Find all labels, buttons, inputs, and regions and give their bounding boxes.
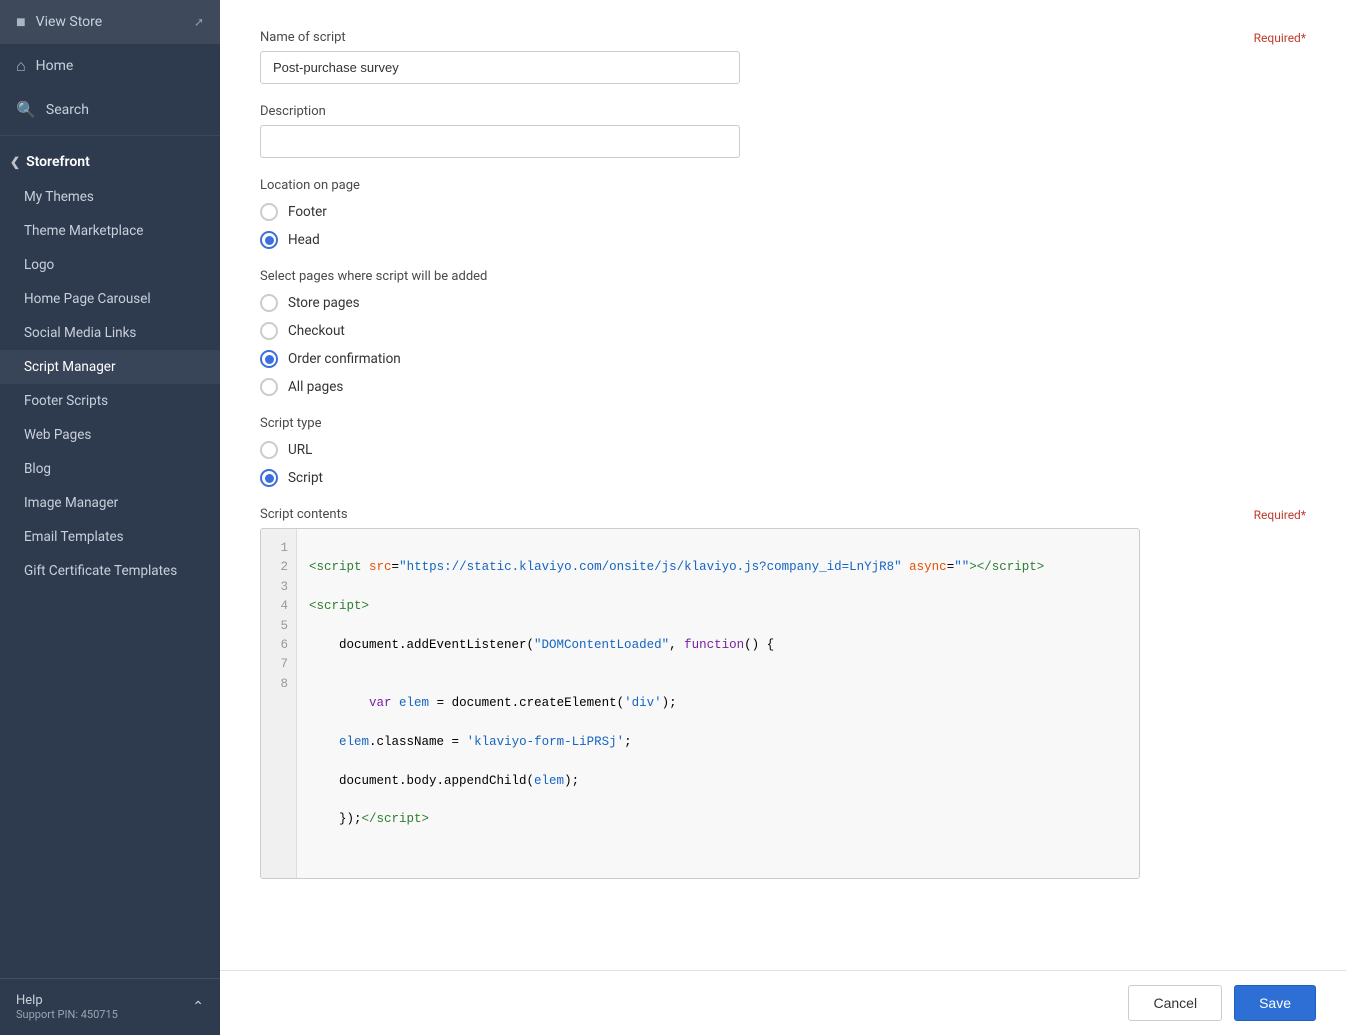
location-footer-radio[interactable] <box>260 203 278 221</box>
sidebar-item-theme-marketplace[interactable]: Theme Marketplace <box>0 214 220 248</box>
pages-checkout-label: Checkout <box>288 323 345 339</box>
sidebar-item-home-page-carousel[interactable]: Home Page Carousel <box>0 282 220 316</box>
pages-all-label: All pages <box>288 379 343 395</box>
code-line-3: document.addEventListener("DOMContentLoa… <box>309 636 1127 655</box>
code-editor-inner: 1 2 3 4 5 6 7 8 <script src="https://sta… <box>261 529 1139 878</box>
script-contents-label-row: Script contents Required* <box>260 507 1306 522</box>
script-contents-label: Script contents <box>260 507 348 522</box>
pages-store-label: Store pages <box>288 295 360 311</box>
description-input[interactable] <box>260 125 740 158</box>
script-contents-required-badge: Required* <box>1254 508 1306 522</box>
sidebar-item-social-media-links[interactable]: Social Media Links <box>0 316 220 350</box>
sidebar-bottom: Help Support PIN: 450715 ⌃ <box>0 978 220 1035</box>
form-area: Name of script Required* Description Loc… <box>220 0 1346 970</box>
script-type-url-option[interactable]: URL <box>260 441 1306 459</box>
pages-order-confirm-radio[interactable] <box>260 350 278 368</box>
footer-bar: Cancel Save <box>220 970 1346 1035</box>
main-content: Name of script Required* Description Loc… <box>220 0 1346 1035</box>
sidebar-item-logo[interactable]: Logo <box>0 248 220 282</box>
cancel-button[interactable]: Cancel <box>1128 985 1222 1021</box>
chevron-up-icon[interactable]: ⌃ <box>192 999 204 1015</box>
help-label: Help <box>16 993 118 1008</box>
pages-all-radio[interactable] <box>260 378 278 396</box>
home-label: Home <box>36 58 74 74</box>
search-label: Search <box>46 102 89 118</box>
sidebar-item-blog[interactable]: Blog <box>0 452 220 486</box>
pages-store-option[interactable]: Store pages <box>260 294 1306 312</box>
save-button[interactable]: Save <box>1234 985 1316 1021</box>
view-store-label: View Store <box>36 14 103 30</box>
code-line-1: <script src="https://static.klaviyo.com/… <box>309 558 1127 577</box>
name-field-label: Name of script <box>260 30 346 45</box>
help-section: Help Support PIN: 450715 <box>16 993 118 1021</box>
name-of-script-field: Name of script Required* <box>260 30 1306 84</box>
location-footer-label: Footer <box>288 204 327 220</box>
view-store-item[interactable]: ■ View Store ➚ <box>0 0 220 44</box>
description-field-label: Description <box>260 104 326 119</box>
script-type-radio-group: URL Script <box>260 441 1306 487</box>
pages-all-option[interactable]: All pages <box>260 378 1306 396</box>
storefront-nav-items: My Themes Theme Marketplace Logo Home Pa… <box>0 180 220 596</box>
line-numbers: 1 2 3 4 5 6 7 8 <box>261 529 297 878</box>
script-type-url-label: URL <box>288 442 312 458</box>
location-footer-option[interactable]: Footer <box>260 203 1306 221</box>
pages-section-label: Select pages where script will be added <box>260 269 1306 284</box>
code-line-2: <script> <box>309 597 1127 616</box>
storefront-section-header[interactable]: ❮ Storefront <box>0 140 220 180</box>
sidebar-item-web-pages[interactable]: Web Pages <box>0 418 220 452</box>
pages-checkout-option[interactable]: Checkout <box>260 322 1306 340</box>
name-required-badge: Required* <box>1254 31 1306 45</box>
location-on-page-field: Location on page Footer Head <box>260 178 1306 249</box>
script-type-script-label: Script <box>288 470 323 486</box>
code-text[interactable]: <script src="https://static.klaviyo.com/… <box>297 529 1139 878</box>
location-head-radio[interactable] <box>260 231 278 249</box>
home-icon: ⌂ <box>16 56 26 76</box>
script-type-script-radio[interactable] <box>260 469 278 487</box>
support-pin: Support PIN: 450715 <box>16 1008 118 1021</box>
chevron-left-icon: ❮ <box>10 155 20 169</box>
divider <box>0 135 220 136</box>
pages-store-radio[interactable] <box>260 294 278 312</box>
code-editor[interactable]: 1 2 3 4 5 6 7 8 <script src="https://sta… <box>260 528 1140 879</box>
name-input[interactable] <box>260 51 740 84</box>
code-line-8: });</script> <box>309 810 1127 829</box>
search-icon: 🔍 <box>16 100 36 119</box>
sidebar-item-footer-scripts[interactable]: Footer Scripts <box>0 384 220 418</box>
pages-checkout-radio[interactable] <box>260 322 278 340</box>
code-line-6: elem.className = 'klaviyo-form-LiPRSj'; <box>309 733 1127 752</box>
location-section-label: Location on page <box>260 178 1306 193</box>
home-item[interactable]: ⌂ Home <box>0 44 220 88</box>
script-type-field: Script type URL Script <box>260 416 1306 487</box>
store-icon: ■ <box>16 12 26 32</box>
storefront-label: Storefront <box>26 154 90 170</box>
description-label-row: Description <box>260 104 1306 119</box>
external-link-icon: ➚ <box>194 15 204 29</box>
script-type-url-radio[interactable] <box>260 441 278 459</box>
name-label-row: Name of script Required* <box>260 30 1306 45</box>
sidebar-item-image-manager[interactable]: Image Manager <box>0 486 220 520</box>
select-pages-field: Select pages where script will be added … <box>260 269 1306 396</box>
sidebar-item-script-manager[interactable]: Script Manager <box>0 350 220 384</box>
description-field: Description <box>260 104 1306 158</box>
pages-order-confirm-label: Order confirmation <box>288 351 401 367</box>
script-type-section-label: Script type <box>260 416 1306 431</box>
search-item[interactable]: 🔍 Search <box>0 88 220 131</box>
location-head-option[interactable]: Head <box>260 231 1306 249</box>
location-radio-group: Footer Head <box>260 203 1306 249</box>
code-line-7: document.body.appendChild(elem); <box>309 772 1127 791</box>
code-line-5: var elem = document.createElement('div')… <box>309 694 1127 713</box>
sidebar: ■ View Store ➚ ⌂ Home 🔍 Search ❮ Storefr… <box>0 0 220 1035</box>
script-type-script-option[interactable]: Script <box>260 469 1306 487</box>
sidebar-item-my-themes[interactable]: My Themes <box>0 180 220 214</box>
pages-radio-group: Store pages Checkout Order confirmation … <box>260 294 1306 396</box>
script-contents-field: Script contents Required* 1 2 3 4 5 6 7 … <box>260 507 1306 879</box>
sidebar-item-email-templates[interactable]: Email Templates <box>0 520 220 554</box>
pages-order-confirm-option[interactable]: Order confirmation <box>260 350 1306 368</box>
location-head-label: Head <box>288 232 320 248</box>
sidebar-item-gift-cert-templates[interactable]: Gift Certificate Templates <box>0 554 220 588</box>
